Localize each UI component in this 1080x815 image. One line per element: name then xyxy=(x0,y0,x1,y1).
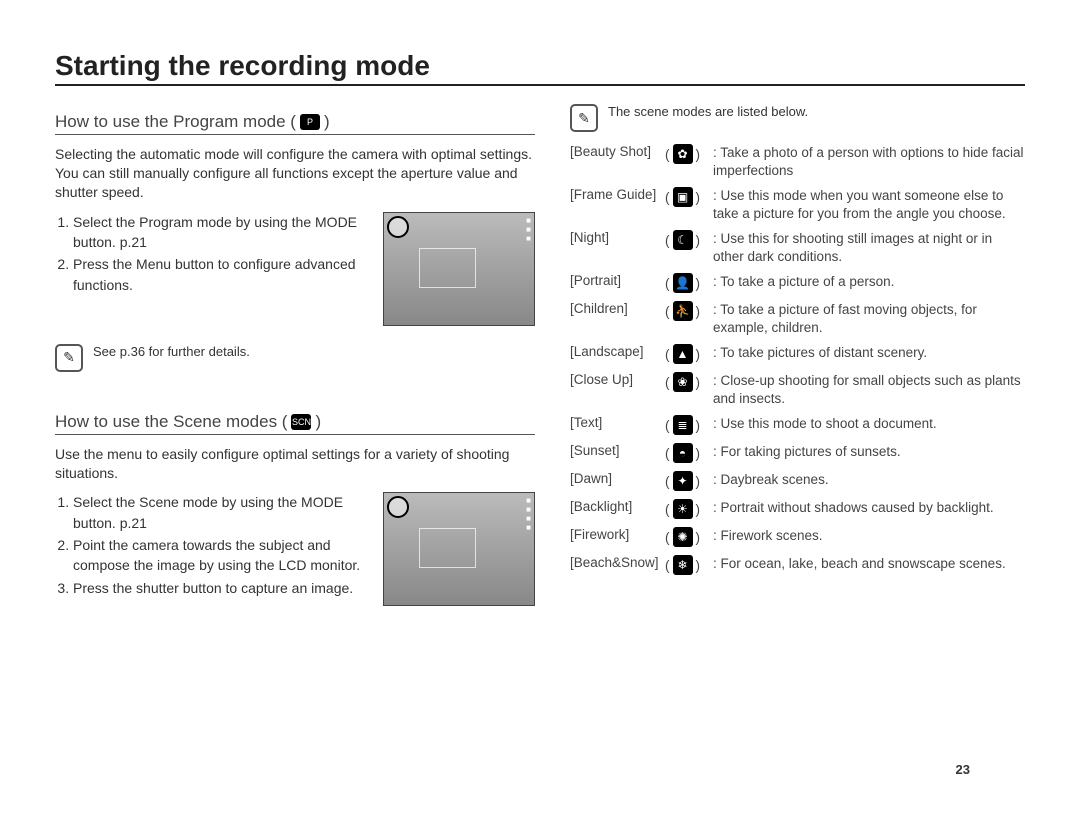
children-icon: ⛹ xyxy=(673,301,693,321)
firework-icon: ✺ xyxy=(673,527,693,547)
scene-mode-row: [Landscape]( ▲ )To take pictures of dist… xyxy=(570,340,1025,368)
scene-mode-icon-wrap: ( ❀ ) xyxy=(665,372,713,392)
mode-indicator-icon xyxy=(387,216,409,238)
scene-mode-label: [Dawn] xyxy=(570,471,665,486)
scene-mode-label: [Beauty Shot] xyxy=(570,144,665,159)
scene-mode-desc: Use this mode when you want someone else… xyxy=(713,187,1025,222)
scene-mode-label: [Night] xyxy=(570,230,665,245)
scene-mode-row: [Frame Guide]( ▣ )Use this mode when you… xyxy=(570,183,1025,226)
scene-mode-label: [Sunset] xyxy=(570,443,665,458)
program-preview-image: ■■■ xyxy=(383,212,535,326)
scene-mode-label: [Landscape] xyxy=(570,344,665,359)
scene-mode-icon-wrap: ( ❄ ) xyxy=(665,555,713,575)
program-steps: Select the Program mode by using the MOD… xyxy=(73,212,371,326)
sunset-icon: ◓ xyxy=(673,443,693,463)
text-icon: ≣ xyxy=(673,415,693,435)
scene-mode-desc: To take pictures of distant scenery. xyxy=(713,344,1025,362)
scene-mode-heading: How to use the Scene modes ( SCN ) xyxy=(55,412,535,435)
scene-mode-icon-wrap: ( 👤 ) xyxy=(665,273,713,293)
step: Point the camera towards the subject and… xyxy=(73,535,371,576)
scene-mode-row: [Firework]( ✺ )Firework scenes. xyxy=(570,523,1025,551)
scene-mode-label: [Backlight] xyxy=(570,499,665,514)
scene-mode-desc: Take a photo of a person with options to… xyxy=(713,144,1025,179)
scene-mode-desc: To take a picture of fast moving objects… xyxy=(713,301,1025,336)
note-icon: ✎ xyxy=(570,104,598,132)
scene-mode-icon: SCN xyxy=(291,414,311,430)
scene-mode-label: [Children] xyxy=(570,301,665,316)
step: Select the Scene mode by using the MODE … xyxy=(73,492,371,533)
scene-mode-icon-wrap: ( ✿ ) xyxy=(665,144,713,164)
scene-mode-row: [Backlight]( ☀ )Portrait without shadows… xyxy=(570,495,1025,523)
scene-mode-desc: Close-up shooting for small objects such… xyxy=(713,372,1025,407)
page-number: 23 xyxy=(956,762,970,777)
scene-mode-icon-wrap: ( ✺ ) xyxy=(665,527,713,547)
step: Press the shutter button to capture an i… xyxy=(73,578,371,598)
note-icon: ✎ xyxy=(55,344,83,372)
heading-text-post: ) xyxy=(324,112,330,132)
frame-guide-icon: ▣ xyxy=(673,187,693,207)
scene-mode-label: [Frame Guide] xyxy=(570,187,665,202)
scene-mode-label: [Close Up] xyxy=(570,372,665,387)
preview-status-icons: ■■■ xyxy=(526,216,531,243)
scene-mode-row: [Children]( ⛹ )To take a picture of fast… xyxy=(570,297,1025,340)
step: Press the Menu button to configure advan… xyxy=(73,254,371,295)
night-icon: ☾ xyxy=(673,230,693,250)
scene-mode-icon-wrap: ( ✦ ) xyxy=(665,471,713,491)
scene-preview-image: ■■■■ xyxy=(383,492,535,606)
scene-mode-desc: Use this mode to shoot a document. xyxy=(713,415,1025,433)
beach-snow-icon: ❄ xyxy=(673,555,693,575)
scene-list-note: The scene modes are listed below. xyxy=(608,104,808,119)
scene-mode-icon-wrap: ( ☾ ) xyxy=(665,230,713,250)
scene-mode-icon-wrap: ( ◓ ) xyxy=(665,443,713,463)
scene-mode-desc: Firework scenes. xyxy=(713,527,1025,545)
step: Select the Program mode by using the MOD… xyxy=(73,212,371,253)
scene-mode-desc: To take a picture of a person. xyxy=(713,273,1025,291)
scene-modes-table: [Beauty Shot]( ✿ )Take a photo of a pers… xyxy=(570,140,1025,579)
scene-steps: Select the Scene mode by using the MODE … xyxy=(73,492,371,606)
scene-mode-row: [Sunset]( ◓ )For taking pictures of suns… xyxy=(570,439,1025,467)
program-mode-icon: P xyxy=(300,114,320,130)
backlight-icon: ☀ xyxy=(673,499,693,519)
heading-text-post: ) xyxy=(315,412,321,432)
scene-mode-label: [Firework] xyxy=(570,527,665,542)
portrait-icon: 👤 xyxy=(673,273,693,293)
landscape-icon: ▲ xyxy=(673,344,693,364)
scene-mode-icon-wrap: ( ▣ ) xyxy=(665,187,713,207)
mode-indicator-icon xyxy=(387,496,409,518)
heading-text: How to use the Program mode ( xyxy=(55,112,296,132)
scene-mode-desc: Daybreak scenes. xyxy=(713,471,1025,489)
program-note: See p.36 for further details. xyxy=(93,344,250,359)
dawn-icon: ✦ xyxy=(673,471,693,491)
scene-mode-row: [Portrait]( 👤 )To take a picture of a pe… xyxy=(570,269,1025,297)
preview-status-icons: ■■■■ xyxy=(526,496,531,532)
scene-mode-row: [Beauty Shot]( ✿ )Take a photo of a pers… xyxy=(570,140,1025,183)
scene-mode-icon-wrap: ( ▲ ) xyxy=(665,344,713,364)
scene-mode-row: [Night]( ☾ )Use this for shooting still … xyxy=(570,226,1025,269)
scene-mode-desc: For taking pictures of sunsets. xyxy=(713,443,1025,461)
heading-text: How to use the Scene modes ( xyxy=(55,412,287,432)
scene-mode-desc: Portrait without shadows caused by backl… xyxy=(713,499,1025,517)
scene-mode-label: [Portrait] xyxy=(570,273,665,288)
scene-mode-row: [Text]( ≣ )Use this mode to shoot a docu… xyxy=(570,411,1025,439)
scene-mode-icon-wrap: ( ≣ ) xyxy=(665,415,713,435)
scene-intro: Use the menu to easily configure optimal… xyxy=(55,445,535,483)
scene-mode-label: [Text] xyxy=(570,415,665,430)
program-intro: Selecting the automatic mode will config… xyxy=(55,145,535,202)
scene-mode-desc: Use this for shooting still images at ni… xyxy=(713,230,1025,265)
scene-mode-icon-wrap: ( ⛹ ) xyxy=(665,301,713,321)
program-mode-heading: How to use the Program mode ( P ) xyxy=(55,112,535,135)
beauty-icon: ✿ xyxy=(673,144,693,164)
scene-mode-desc: For ocean, lake, beach and snowscape sce… xyxy=(713,555,1025,573)
scene-mode-label: [Beach&Snow] xyxy=(570,555,665,570)
scene-mode-row: [Close Up]( ❀ )Close-up shooting for sma… xyxy=(570,368,1025,411)
scene-mode-row: [Beach&Snow]( ❄ )For ocean, lake, beach … xyxy=(570,551,1025,579)
closeup-icon: ❀ xyxy=(673,372,693,392)
scene-mode-row: [Dawn]( ✦ )Daybreak scenes. xyxy=(570,467,1025,495)
scene-mode-icon-wrap: ( ☀ ) xyxy=(665,499,713,519)
page-title: Starting the recording mode xyxy=(55,50,1025,86)
